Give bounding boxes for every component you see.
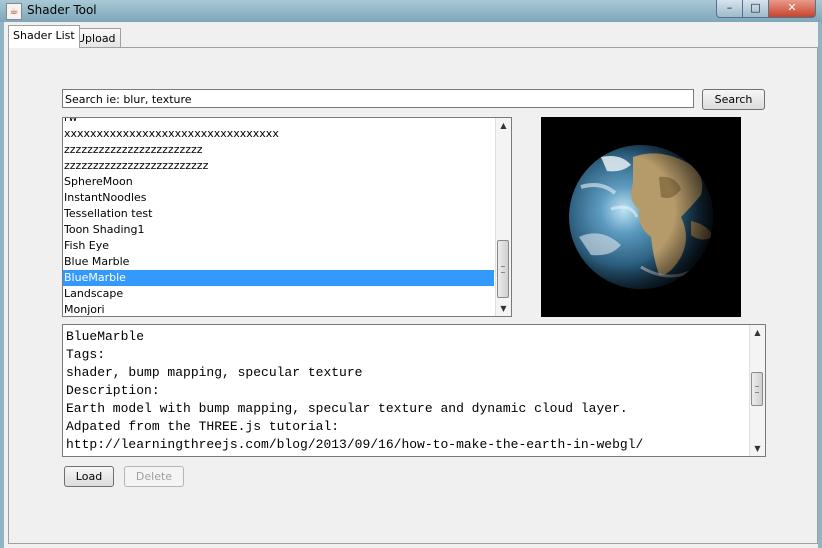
shader-list-item[interactable]: BlueMarble bbox=[63, 270, 494, 286]
shader-list-items: rw xxxxxxxxxxxxxxxxxxxxxxxxxxxxxxxxx zzzzz… bbox=[63, 118, 494, 316]
search-button[interactable]: Search bbox=[702, 89, 765, 110]
scroll-up-arrow-icon[interactable]: ▲ bbox=[750, 325, 765, 340]
details-line: Tags: bbox=[66, 347, 106, 362]
shader-list-item[interactable]: Fish Eye bbox=[63, 238, 494, 254]
details-line: shader, bump mapping, specular texture bbox=[66, 365, 363, 380]
details-scrollbar[interactable]: ▲ ▼ bbox=[749, 325, 765, 456]
load-button[interactable]: Load bbox=[64, 466, 114, 487]
scroll-thumb[interactable] bbox=[751, 372, 763, 406]
tab-shader-list[interactable]: Shader List bbox=[8, 25, 80, 48]
shader-list-item[interactable]: InstantNoodles bbox=[63, 190, 494, 206]
shader-list-panel: Search ie: blur, texture Search rw xxxxxx… bbox=[8, 47, 818, 544]
maximize-button[interactable]: □ bbox=[742, 0, 769, 18]
shader-list-scrollbar[interactable]: ▲ ▼ bbox=[495, 118, 511, 316]
details-line: http://learningthreejs.com/blog/2013/09/… bbox=[66, 437, 644, 452]
title-bar[interactable]: ☕ Shader Tool – □ ✕ bbox=[0, 0, 822, 22]
shader-list-item[interactable]: SphereMoon bbox=[63, 174, 494, 190]
scroll-thumb[interactable] bbox=[497, 240, 509, 298]
shader-list-item[interactable]: rw bbox=[63, 118, 494, 126]
close-button[interactable]: ✕ bbox=[768, 0, 816, 18]
shader-list-item[interactable]: zzzzzzzzzzzzzzzzzzzzzzzzz bbox=[63, 158, 494, 174]
java-cup-icon: ☕ bbox=[6, 3, 22, 20]
window-title: Shader Tool bbox=[27, 3, 97, 17]
shader-list-item[interactable]: Tessellation test bbox=[63, 206, 494, 222]
details-line: Earth model with bump mapping, specular … bbox=[66, 401, 628, 416]
scroll-up-arrow-icon[interactable]: ▲ bbox=[496, 118, 511, 133]
details-line: Description: bbox=[66, 383, 160, 398]
shader-list-item[interactable]: Monjori bbox=[63, 302, 494, 316]
shader-list[interactable]: rw xxxxxxxxxxxxxxxxxxxxxxxxxxxxxxxxx zzzzz… bbox=[62, 117, 512, 317]
search-input[interactable]: Search ie: blur, texture bbox=[62, 89, 694, 108]
shader-details-textarea[interactable]: BlueMarble Tags: shader, bump mapping, spe… bbox=[62, 324, 766, 457]
scroll-down-arrow-icon[interactable]: ▼ bbox=[750, 441, 765, 456]
minimize-button[interactable]: – bbox=[716, 0, 743, 18]
shader-list-item[interactable]: Landscape bbox=[63, 286, 494, 302]
scroll-down-arrow-icon[interactable]: ▼ bbox=[496, 301, 511, 316]
delete-button[interactable]: Delete bbox=[124, 466, 184, 487]
shader-details-text: BlueMarble Tags: shader, bump mapping, spe… bbox=[66, 328, 643, 454]
shader-list-item[interactable]: Blue Marble bbox=[63, 254, 494, 270]
details-line: Adpated from the THREE.js tutorial: bbox=[66, 419, 340, 434]
shader-list-item[interactable]: Toon Shading1 bbox=[63, 222, 494, 238]
window-frame: Shader List Upload Search ie: blur, text… bbox=[0, 22, 822, 548]
shader-list-item[interactable]: xxxxxxxxxxxxxxxxxxxxxxxxxxxxxxxxx bbox=[63, 126, 494, 142]
earth-render-preview bbox=[569, 145, 713, 289]
shader-preview bbox=[541, 117, 741, 317]
details-line: BlueMarble bbox=[66, 329, 145, 344]
shader-list-item[interactable]: zzzzzzzzzzzzzzzzzzzzzzzz bbox=[63, 142, 494, 158]
